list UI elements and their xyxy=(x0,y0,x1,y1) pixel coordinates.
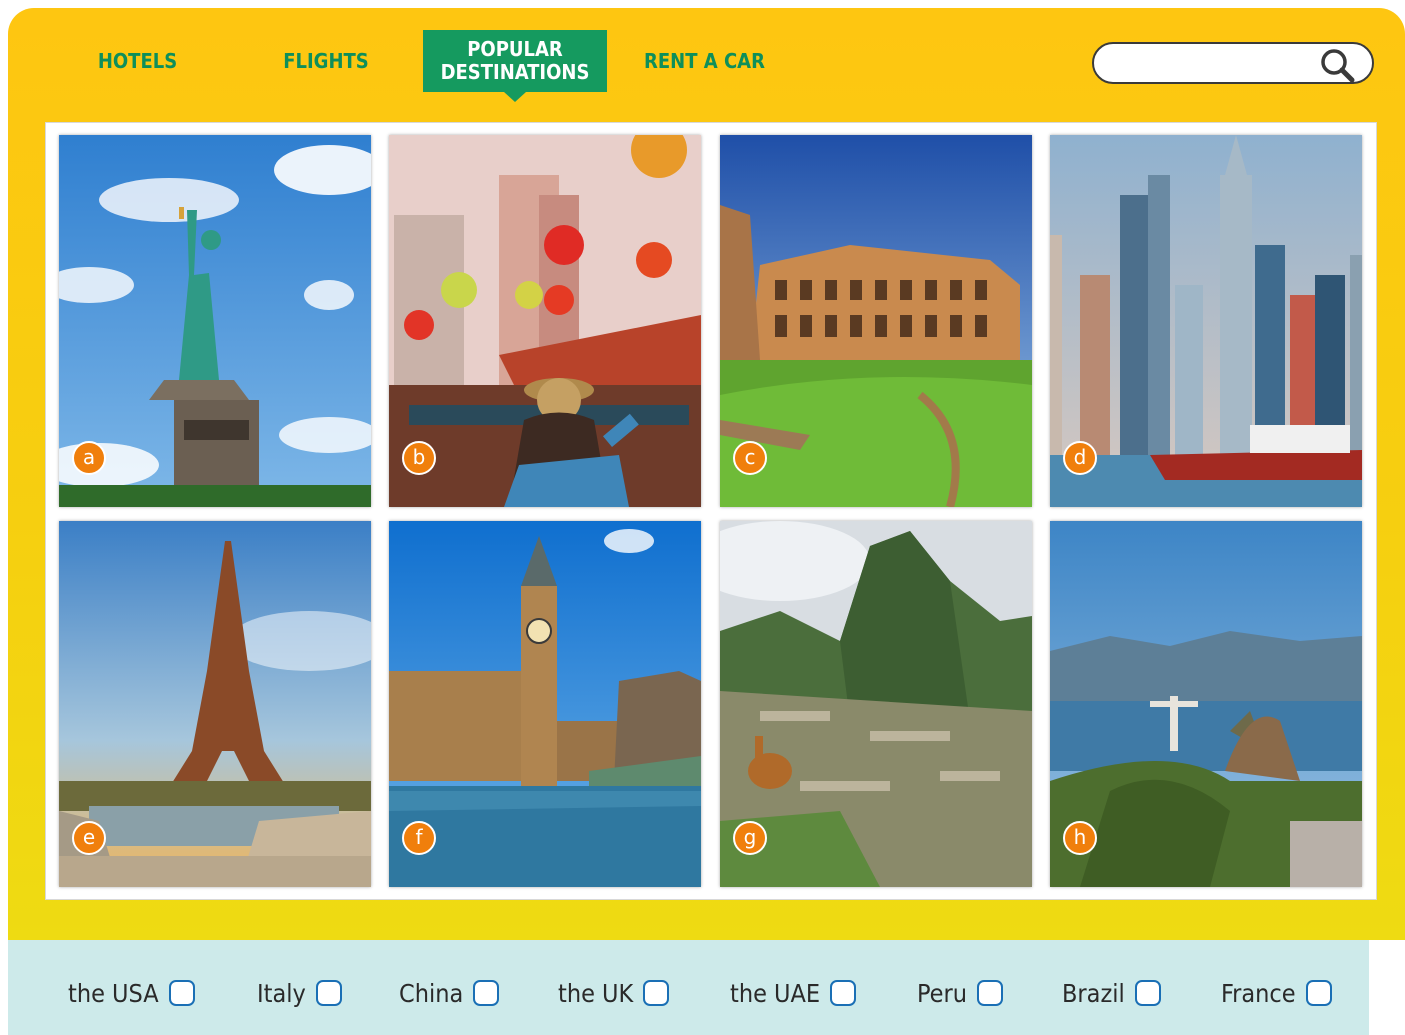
badge-d: d xyxy=(1063,441,1097,475)
country-option-italy: Italy xyxy=(257,975,342,1011)
badge-f: f xyxy=(402,821,436,855)
country-label: Peru xyxy=(917,978,968,1008)
photo-christ-the-redeemer[interactable]: h xyxy=(1050,521,1362,887)
badge-b: b xyxy=(402,441,436,475)
country-option-the-uae: the UAE xyxy=(730,975,857,1011)
badge-h: h xyxy=(1063,821,1097,855)
country-option-brazil: Brazil xyxy=(1062,975,1161,1011)
country-checkbox[interactable] xyxy=(1134,980,1161,1006)
country-option-the-uk: the UK xyxy=(558,975,670,1011)
photo-chinese-temple[interactable]: b xyxy=(389,135,701,507)
photo-machu-picchu[interactable]: g xyxy=(720,521,1032,887)
country-label: France xyxy=(1221,978,1296,1008)
country-checkbox[interactable] xyxy=(473,980,500,1006)
badge-a: a xyxy=(72,441,106,475)
photo-big-ben[interactable]: f xyxy=(389,521,701,887)
badge-c: c xyxy=(733,441,767,475)
country-checkbox[interactable] xyxy=(168,980,195,1006)
country-checkbox[interactable] xyxy=(643,980,670,1006)
photo-colosseum[interactable]: c xyxy=(720,135,1032,507)
country-label: the USA xyxy=(68,978,159,1008)
country-option-france: France xyxy=(1221,975,1332,1011)
badge-e: e xyxy=(72,821,106,855)
country-label: China xyxy=(399,978,464,1008)
country-label: Brazil xyxy=(1062,978,1125,1008)
countries-bar xyxy=(8,940,1369,1035)
country-option-china: China xyxy=(399,975,500,1011)
country-checkbox[interactable] xyxy=(315,980,342,1006)
country-label: Italy xyxy=(257,978,306,1008)
tab-hotels[interactable]: HOTELS xyxy=(70,30,205,92)
tab-flights[interactable]: FLIGHTS xyxy=(262,30,390,92)
country-checkbox[interactable] xyxy=(977,980,1004,1006)
tab-rent-a-car[interactable]: RENT A CAR xyxy=(632,30,777,92)
badge-g: g xyxy=(733,821,767,855)
tab-popular-destinations[interactable]: POPULAR DESTINATIONS xyxy=(423,30,607,102)
country-option-peru: Peru xyxy=(917,975,1004,1011)
photo-eiffel-tower[interactable]: e xyxy=(59,521,371,887)
photo-statue-of-liberty[interactable]: a xyxy=(59,135,371,507)
search-input[interactable] xyxy=(1092,42,1374,84)
country-checkbox[interactable] xyxy=(830,980,857,1006)
country-label: the UK xyxy=(558,978,634,1008)
country-checkbox[interactable] xyxy=(1305,980,1332,1006)
photo-dubai-marina[interactable]: d xyxy=(1050,135,1362,507)
country-label: the UAE xyxy=(730,978,821,1008)
search-icon[interactable] xyxy=(1318,47,1358,83)
country-option-the-usa: the USA xyxy=(68,975,195,1011)
